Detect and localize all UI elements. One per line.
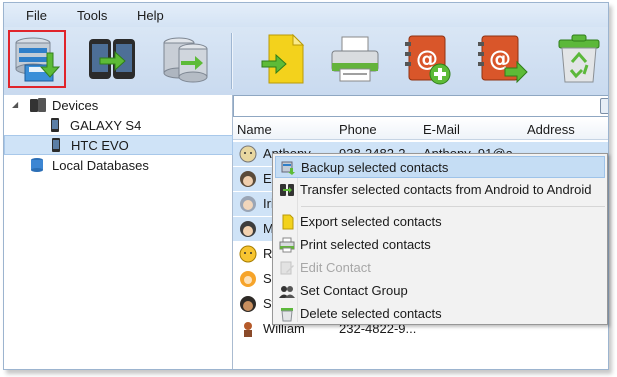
menu-transfer-label: Transfer selected contacts from Android … — [300, 182, 592, 197]
avatar — [239, 145, 257, 163]
backup-icon — [281, 161, 295, 175]
tree-local-label: Local Databases — [52, 158, 149, 173]
tree-galaxy-label: GALAXY S4 — [70, 118, 142, 133]
print-icon — [279, 237, 295, 253]
col-name[interactable]: Name — [237, 122, 272, 137]
search-button[interactable] — [600, 98, 608, 114]
avatar — [240, 171, 256, 187]
transfer-button[interactable] — [83, 30, 141, 88]
context-menu: Backup selected contacts Transfer select… — [272, 153, 608, 325]
recycle-bin-icon — [558, 34, 600, 83]
devices-icon — [30, 98, 46, 112]
export-icon — [282, 214, 294, 230]
database-button[interactable] — [157, 30, 215, 88]
phone-icon — [52, 138, 60, 152]
device-tree: ◢ Devices GALAXY S4 HTC EVO Local Databa… — [4, 95, 233, 369]
printer-icon — [331, 36, 379, 82]
menu-export-label: Export selected contacts — [300, 214, 442, 229]
menu-help[interactable]: Help — [137, 8, 164, 23]
tree-htc-evo[interactable]: HTC EVO — [4, 135, 233, 155]
group-icon — [279, 286, 295, 298]
col-email[interactable]: E-Mail — [423, 122, 460, 137]
add-contact-book-icon: @ — [405, 35, 451, 85]
avatar — [239, 245, 257, 263]
menu-print-label: Print selected contacts — [300, 237, 431, 252]
menu-set-group[interactable]: Set Contact Group — [275, 280, 605, 302]
tree-htc-label: HTC EVO — [71, 138, 129, 153]
menu-separator — [301, 206, 605, 207]
menu-edit-contact: Edit Contact — [275, 257, 605, 279]
database-small-icon — [31, 158, 43, 172]
delete-button[interactable] — [550, 30, 608, 88]
backup-button[interactable] — [8, 30, 66, 88]
menu-transfer-contacts[interactable]: Transfer selected contacts from Android … — [275, 179, 605, 201]
print-button[interactable] — [326, 30, 384, 88]
collapse-arrow-icon[interactable]: ◢ — [12, 100, 18, 109]
tree-local-databases[interactable]: Local Databases — [4, 155, 233, 175]
menu-backup-contacts[interactable]: Backup selected contacts — [275, 156, 605, 178]
export-file-icon — [261, 33, 305, 84]
menu-tools[interactable]: Tools — [77, 8, 107, 23]
database-icon — [163, 37, 208, 83]
contact-table-header: Name Phone E-Mail Address — [233, 118, 608, 140]
avatar — [240, 196, 256, 212]
menu-group-label: Set Contact Group — [300, 283, 408, 298]
export-contact-button[interactable]: @ — [473, 30, 531, 88]
avatar — [244, 322, 252, 337]
trash-icon — [281, 308, 293, 322]
toolbar-separator — [231, 33, 232, 89]
menu-print-contacts[interactable]: Print selected contacts — [275, 234, 605, 256]
edit-icon — [280, 261, 294, 275]
menu-edit-label: Edit Contact — [300, 260, 371, 275]
tree-devices-label: Devices — [52, 98, 99, 113]
export-button[interactable] — [255, 30, 313, 88]
toolbar: @ @ — [4, 27, 608, 95]
col-phone[interactable]: Phone — [339, 122, 377, 137]
menu-backup-label: Backup selected contacts — [301, 160, 449, 175]
avatar — [240, 221, 256, 237]
transfer-icon — [280, 184, 294, 196]
backup-database-icon — [15, 37, 61, 82]
tree-galaxy-s4[interactable]: GALAXY S4 — [4, 115, 233, 135]
avatar — [240, 296, 256, 312]
menu-delete-label: Delete selected contacts — [300, 306, 442, 321]
avatar — [240, 271, 256, 287]
search-input[interactable] — [233, 95, 608, 117]
menu-file[interactable]: File — [26, 8, 47, 23]
menu-delete-contacts[interactable]: Delete selected contacts — [275, 303, 605, 325]
add-contact-button[interactable]: @ — [398, 30, 456, 88]
contact-book-export-icon: @ — [478, 35, 528, 84]
col-address[interactable]: Address — [527, 122, 575, 137]
menu-export-contacts[interactable]: Export selected contacts — [275, 211, 605, 233]
tree-devices[interactable]: ◢ Devices — [4, 95, 233, 115]
menu-bar: File Tools Help — [4, 3, 608, 27]
phone-transfer-icon — [89, 39, 135, 79]
phone-icon — [51, 118, 59, 132]
